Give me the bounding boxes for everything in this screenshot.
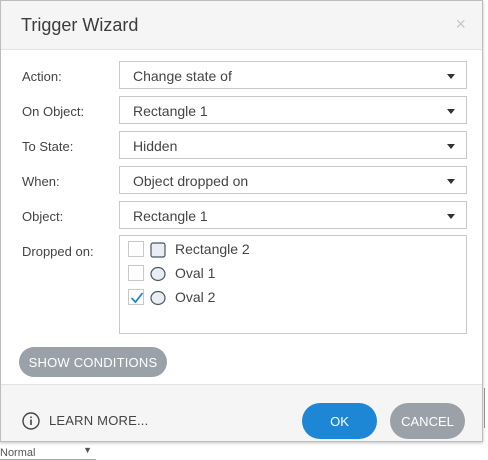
info-icon[interactable] — [22, 412, 40, 430]
to-state-select[interactable]: Hidden — [119, 131, 467, 159]
dropped-on-list: Rectangle 2 Oval 1 Oval 2 — [119, 235, 467, 334]
dropped-on-label: Dropped on: — [22, 244, 94, 259]
list-item-label: Oval 2 — [175, 289, 216, 305]
to-state-label: To State: — [22, 139, 74, 154]
chevron-down-icon — [447, 179, 455, 184]
close-icon[interactable]: × — [455, 14, 466, 35]
action-label: Action: — [22, 69, 62, 84]
object-label: Object: — [22, 209, 64, 224]
chevron-down-icon — [447, 109, 455, 114]
to-state-select-value: Hidden — [133, 138, 178, 154]
oval-shape-icon — [150, 290, 166, 306]
ok-button[interactable]: OK — [302, 403, 377, 439]
background-style-select[interactable]: Normal ▼ — [0, 447, 96, 460]
chevron-down-icon — [447, 214, 455, 219]
on-object-select[interactable]: Rectangle 1 — [119, 96, 467, 124]
oval-shape-icon — [150, 266, 166, 282]
cancel-button[interactable]: CANCEL — [390, 403, 465, 439]
list-item-label: Oval 1 — [175, 265, 216, 281]
background-edge — [484, 388, 488, 428]
action-select-value: Change state of — [133, 68, 232, 84]
chevron-down-icon: ▼ — [83, 447, 92, 455]
checkbox-checked[interactable] — [128, 289, 144, 305]
list-item[interactable]: Rectangle 2 — [128, 241, 448, 259]
checkmark-icon — [130, 292, 144, 304]
dialog-title: Trigger Wizard — [21, 15, 139, 35]
object-select[interactable]: Rectangle 1 — [119, 201, 467, 229]
checkbox[interactable] — [128, 241, 144, 257]
object-select-value: Rectangle 1 — [133, 208, 208, 224]
rectangle-shape-icon — [150, 242, 166, 258]
when-label: When: — [22, 174, 60, 189]
dialog-titlebar: Trigger Wizard × — [1, 1, 482, 50]
learn-more-link[interactable]: LEARN MORE... — [49, 413, 148, 428]
show-conditions-button[interactable]: SHOW CONDITIONS — [19, 347, 167, 377]
on-object-label: On Object: — [22, 104, 85, 119]
chevron-down-icon — [447, 144, 455, 149]
dialog-footer: LEARN MORE... OK CANCEL — [1, 384, 482, 441]
action-select[interactable]: Change state of — [119, 61, 467, 89]
chevron-down-icon — [447, 74, 455, 79]
on-object-select-value: Rectangle 1 — [133, 103, 208, 119]
list-item[interactable]: Oval 2 — [128, 289, 448, 307]
when-select[interactable]: Object dropped on — [119, 166, 467, 194]
list-item-label: Rectangle 2 — [175, 241, 250, 257]
when-select-value: Object dropped on — [133, 173, 249, 189]
list-item[interactable]: Oval 1 — [128, 265, 448, 283]
checkbox[interactable] — [128, 265, 144, 281]
trigger-wizard-dialog: Trigger Wizard × Action: Change state of… — [0, 0, 483, 442]
background-select-value: Normal — [0, 447, 36, 459]
